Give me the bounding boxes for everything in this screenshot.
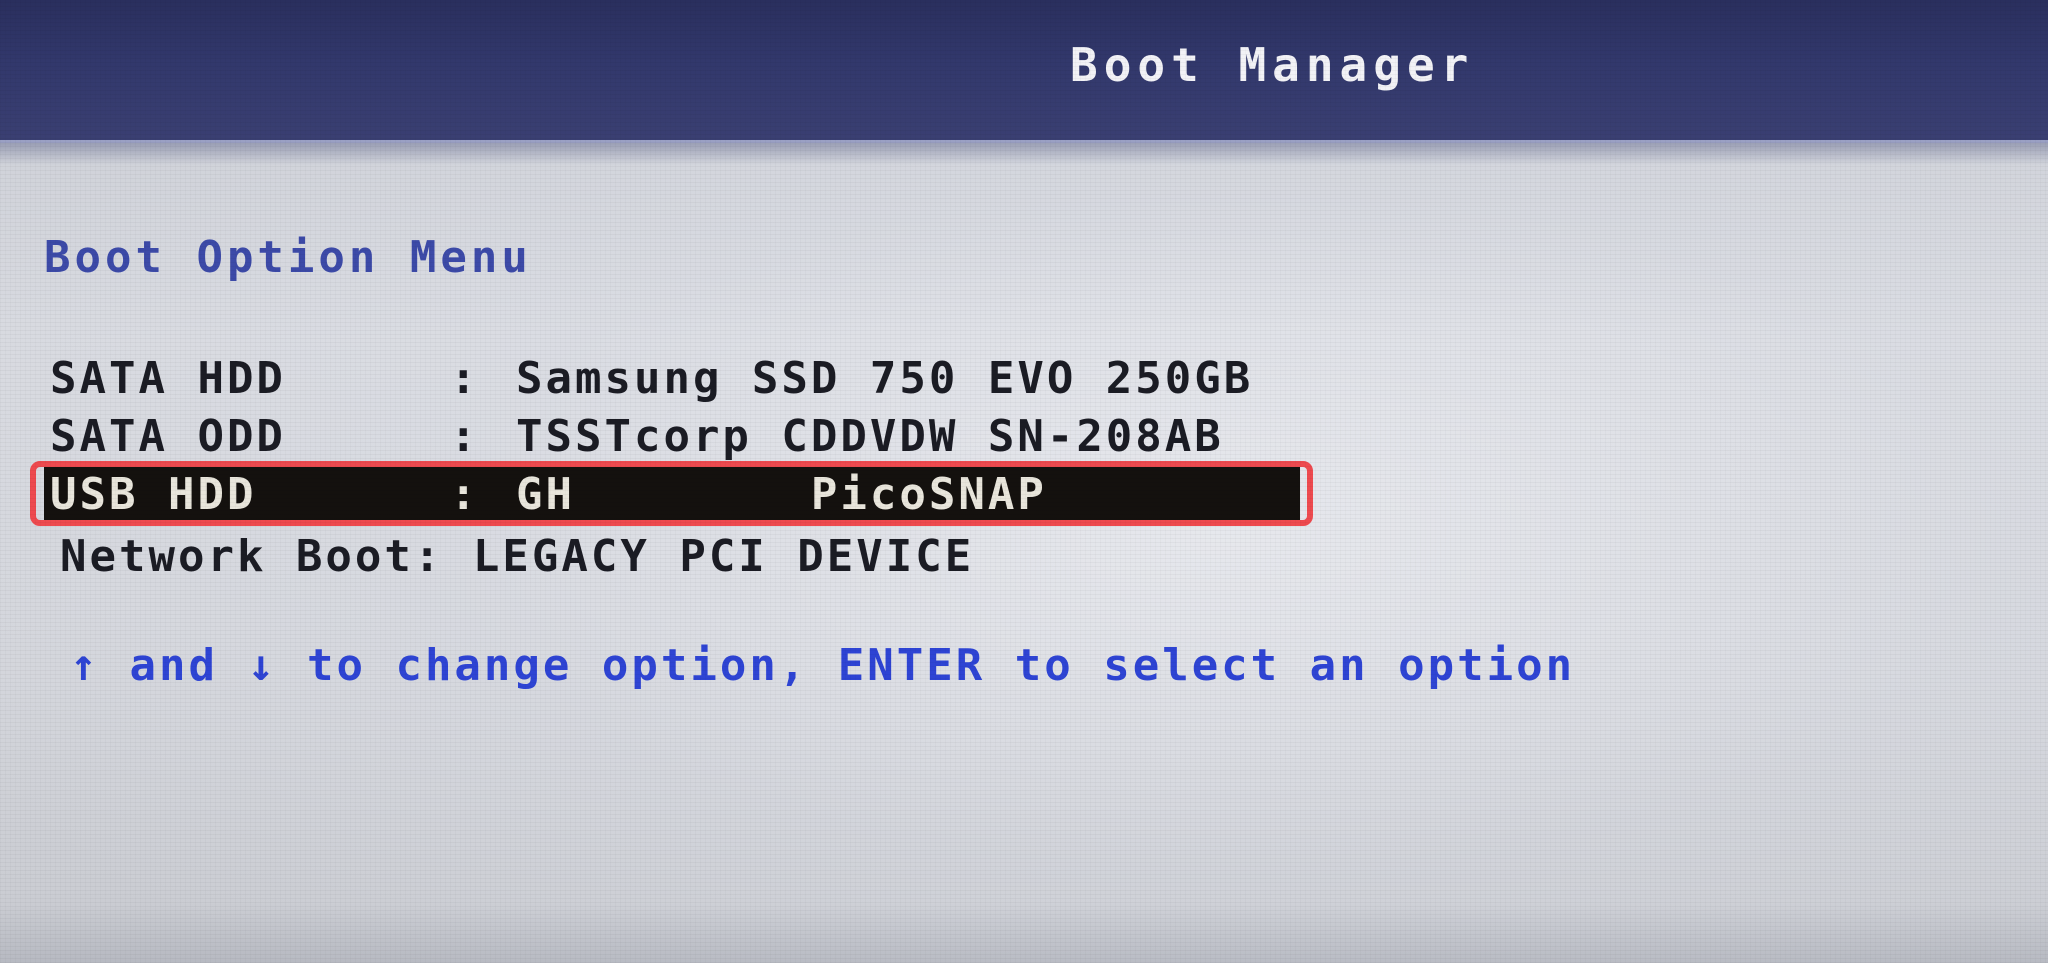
boot-option-separator: : bbox=[450, 352, 480, 404]
screen-vignette bbox=[0, 903, 2048, 963]
boot-option-separator: : bbox=[413, 530, 444, 582]
boot-option-menu-heading: Boot Option Menu bbox=[44, 232, 532, 283]
boot-option-type: SATA ODD bbox=[50, 410, 286, 462]
boot-option-type: Network Boot bbox=[60, 530, 414, 582]
boot-option-network-boot[interactable]: Network Boot: LEGACY PCI DEVICE bbox=[60, 528, 974, 584]
navigation-hint: ↑ and ↓ to change option, ENTER to selec… bbox=[70, 640, 1575, 691]
bios-screen: Boot Manager Boot Option Menu SATA HDD: S… bbox=[0, 0, 2048, 963]
up-arrow-icon: ↑ bbox=[70, 640, 100, 691]
boot-option-separator: : bbox=[450, 468, 480, 520]
boot-option-separator: : bbox=[450, 410, 480, 462]
header-bar: Boot Manager bbox=[0, 0, 2048, 143]
hint-instruction-text: to change option, ENTER to select an opt… bbox=[306, 640, 1576, 691]
boot-option-sata-hdd[interactable]: SATA HDD: Samsung SSD 750 EVO 250GB bbox=[50, 350, 1253, 406]
boot-option-device: Samsung SSD 750 EVO 250GB bbox=[516, 352, 1254, 404]
hint-and-text: and bbox=[129, 640, 218, 691]
boot-option-usb-hdd[interactable]: USB HDD: GH PicoSNAP bbox=[44, 466, 1300, 522]
boot-option-type: SATA HDD bbox=[50, 352, 286, 404]
boot-option-device: TSSTcorp CDDVDW SN-208AB bbox=[516, 410, 1224, 462]
boot-option-sata-odd[interactable]: SATA ODD: TSSTcorp CDDVDW SN-208AB bbox=[50, 408, 1224, 464]
boot-option-device: GH PicoSNAP bbox=[516, 468, 1047, 520]
down-arrow-icon: ↓ bbox=[247, 640, 278, 691]
boot-option-type: USB HDD bbox=[50, 468, 257, 520]
page-title: Boot Manager bbox=[1070, 38, 1475, 92]
boot-option-device: LEGACY PCI DEVICE bbox=[472, 530, 975, 582]
header-shadow bbox=[0, 143, 2048, 165]
